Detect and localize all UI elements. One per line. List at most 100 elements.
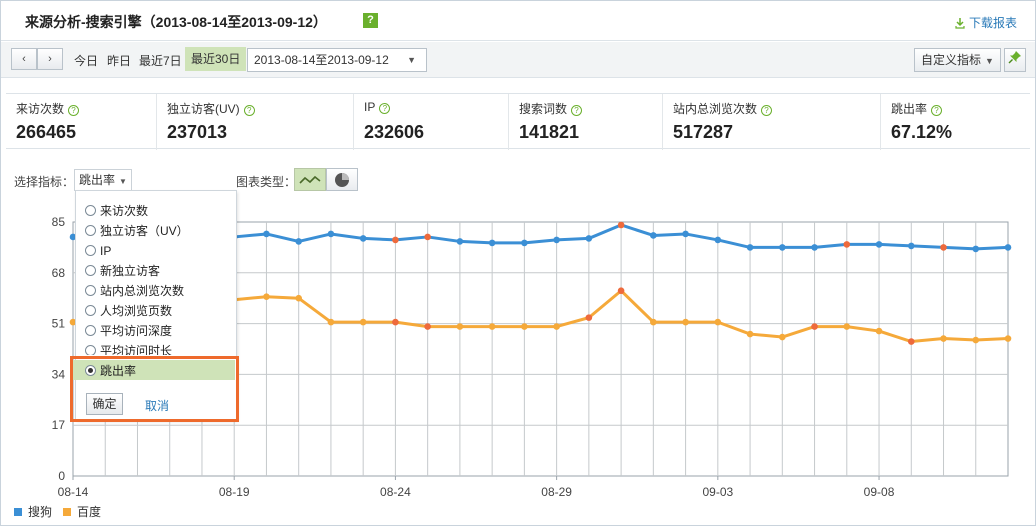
data-point — [263, 293, 270, 301]
data-point — [811, 244, 818, 251]
legend-item-baidu[interactable]: 百度 — [63, 503, 101, 520]
data-point — [585, 235, 593, 242]
title-bar: 来源分析-搜索引擎（2013-08-14至2013-09-12） ? 下载报表 — [1, 1, 1035, 41]
legend-item-sogou[interactable]: 搜狗 — [14, 503, 52, 520]
data-point — [359, 318, 367, 326]
y-tick-label: 34 — [52, 367, 66, 381]
x-tick-label: 08-24 — [380, 485, 411, 499]
data-point — [650, 318, 657, 326]
metric-label: 独立访客(UV) — [167, 102, 240, 116]
metric-option[interactable]: 新独立访客 — [85, 261, 160, 281]
data-point — [521, 323, 528, 330]
metric-value: 232606 — [364, 122, 425, 142]
data-point — [327, 318, 335, 326]
metric-option[interactable]: IP — [85, 241, 111, 261]
metric-option[interactable]: 站内总浏览次数 — [85, 281, 184, 301]
page-title: 来源分析-搜索引擎（2013-08-14至2013-09-12） — [25, 14, 327, 30]
radio-icon — [85, 325, 96, 336]
metric-option[interactable]: 人均浏览页数 — [85, 301, 172, 321]
data-point — [1004, 335, 1012, 342]
metric-option-label: 人均浏览页数 — [100, 304, 173, 318]
pie-chart-button[interactable] — [326, 168, 358, 191]
y-tick-label: 68 — [52, 266, 66, 280]
help-icon[interactable]: ? — [243, 105, 255, 116]
metric-label: 站内总浏览次数 — [673, 102, 758, 116]
line-chart-button[interactable] — [294, 168, 326, 191]
data-point — [907, 338, 915, 345]
radio-icon — [85, 225, 96, 236]
metric-label: 搜索词数 — [519, 102, 568, 116]
highlight-box — [70, 356, 239, 422]
legend-label: 百度 — [77, 505, 102, 519]
metric-option[interactable]: 来访次数 — [85, 201, 148, 221]
metric-dropdown[interactable]: 跳出率 ▼ — [74, 169, 132, 191]
metric-label: 跳出率 — [891, 102, 928, 116]
metric-ip: IP? 232606 — [354, 94, 509, 150]
download-report-link[interactable]: 下载报表 — [955, 14, 1017, 32]
metrics-summary: 来访次数? 266465 独立访客(UV)? 237013 IP? 232606… — [6, 93, 1030, 150]
help-icon[interactable]: ? — [761, 105, 773, 116]
metric-dropdown-value: 跳出率 — [79, 173, 116, 187]
x-tick-label: 08-14 — [58, 485, 89, 499]
help-icon[interactable]: ? — [931, 105, 943, 116]
metric-option[interactable]: 独立访客（UV） — [85, 221, 189, 241]
metric-bounce-rate: 跳出率? 67.12% — [881, 94, 1030, 150]
data-point — [714, 318, 722, 326]
metric-option[interactable]: 平均访问时长 — [85, 341, 172, 355]
legend-swatch-sogou — [14, 508, 22, 516]
prev-period-button[interactable]: ‹ — [11, 48, 37, 70]
metric-value: 67.12% — [891, 122, 953, 142]
pie-chart-icon — [335, 173, 349, 187]
date-range-value: 2013-08-14至2013-09-12 — [254, 53, 389, 67]
help-badge[interactable]: ? — [363, 13, 378, 28]
data-point — [295, 238, 302, 245]
metric-option[interactable]: 平均访问深度 — [85, 321, 172, 341]
data-point — [424, 233, 431, 241]
data-point — [521, 239, 528, 247]
x-tick-label: 09-03 — [702, 485, 733, 499]
range-last7[interactable]: 最近7日 — [139, 52, 182, 69]
metric-option-label: 新独立访客 — [100, 264, 161, 278]
custom-metric-button[interactable]: 自定义指标 ▼ — [914, 48, 1001, 72]
data-point — [553, 323, 560, 330]
toolbar: ‹ › 今日 昨日 最近7日 最近30日 2013-08-14至2013-09-… — [1, 42, 1035, 78]
y-tick-label: 85 — [52, 215, 66, 229]
data-point — [456, 238, 464, 245]
legend-swatch-baidu — [63, 508, 71, 516]
radio-icon — [85, 205, 96, 216]
data-point — [1004, 244, 1012, 251]
data-point — [940, 244, 947, 251]
help-icon[interactable]: ? — [68, 105, 80, 116]
data-point — [392, 236, 399, 244]
x-tick-label: 08-19 — [219, 485, 250, 499]
metric-option-label: 来访次数 — [100, 204, 149, 218]
range-last30[interactable]: 最近30日 — [185, 47, 247, 71]
radio-icon — [85, 285, 96, 296]
help-icon[interactable]: ? — [571, 105, 583, 116]
help-icon[interactable]: ? — [379, 103, 391, 114]
data-point — [843, 323, 851, 330]
metric-visits: 来访次数? 266465 — [6, 94, 157, 150]
range-yesterday[interactable]: 昨日 — [107, 52, 131, 69]
y-tick-label: 17 — [52, 418, 66, 432]
radio-icon — [85, 265, 96, 276]
custom-metric-label: 自定义指标 — [921, 53, 982, 67]
data-point — [682, 230, 689, 238]
pin-button[interactable] — [1004, 48, 1026, 72]
y-tick-label: 51 — [52, 317, 66, 331]
data-point — [488, 323, 496, 330]
legend-label: 搜狗 — [28, 505, 53, 519]
date-range-select[interactable]: 2013-08-14至2013-09-12 ▼ — [247, 48, 427, 72]
data-point — [424, 323, 431, 330]
data-point — [585, 314, 593, 321]
data-point — [779, 244, 786, 251]
download-label: 下载报表 — [968, 16, 1017, 30]
data-point — [972, 336, 980, 344]
data-point — [650, 232, 657, 239]
next-period-button[interactable]: › — [37, 48, 63, 70]
metric-option-label: 独立访客（UV） — [100, 224, 189, 238]
range-today[interactable]: 今日 — [74, 52, 98, 69]
data-point — [553, 236, 560, 244]
chart-type-label: 图表类型： — [236, 175, 297, 189]
data-point — [746, 330, 754, 338]
